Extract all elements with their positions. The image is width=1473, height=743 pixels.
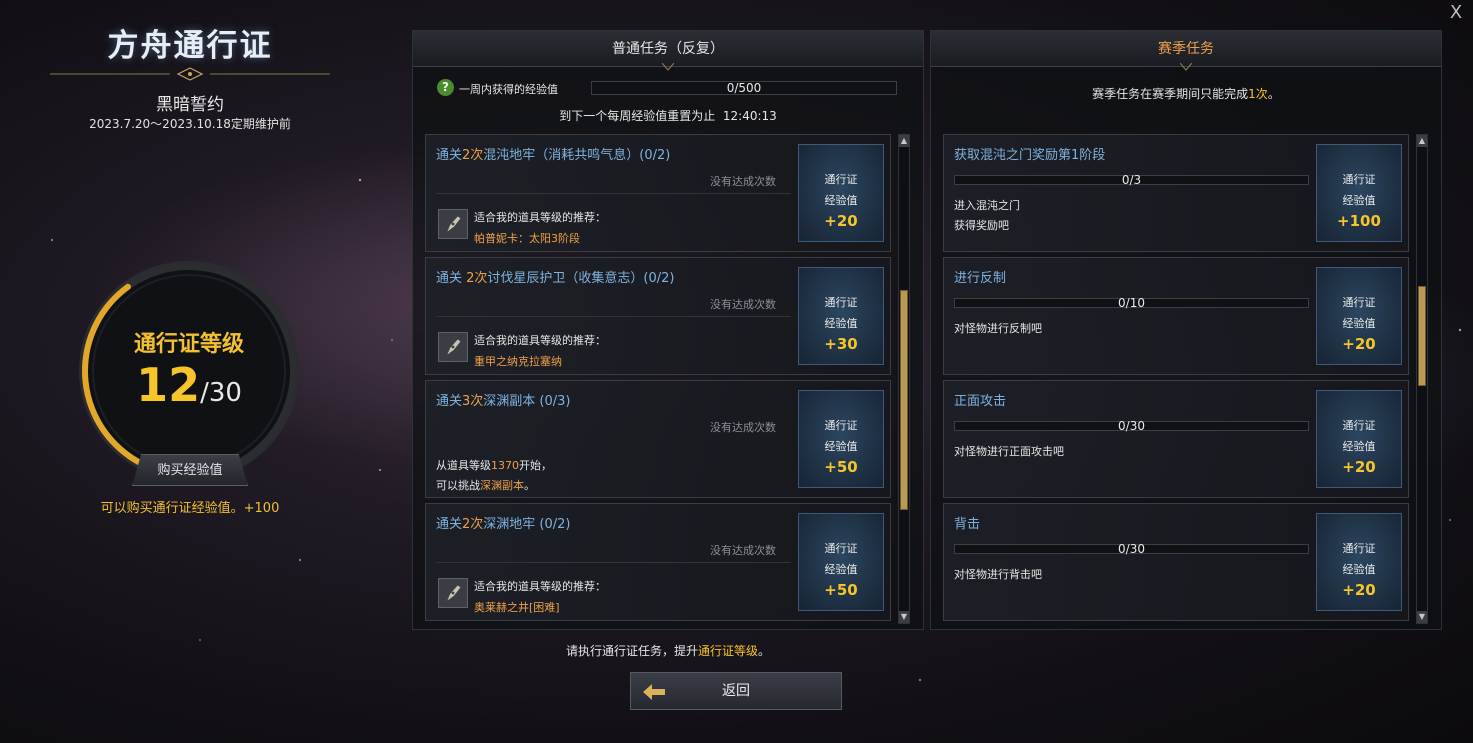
reward-box: 通行证 经验值 +20 <box>798 144 884 242</box>
divider <box>436 562 791 563</box>
scroll-up-icon[interactable]: ▲ <box>1417 135 1427 147</box>
reward-box: 通行证 经验值 +20 <box>1316 267 1402 365</box>
recommend-value[interactable]: 帕普妮卡：太阳3阶段 <box>474 230 580 246</box>
compass-icon[interactable] <box>438 332 468 362</box>
tab-normal-quests[interactable]: 普通任务（反复） <box>413 31 923 71</box>
season-quests-header: 赛季任务 <box>1158 41 1214 57</box>
quest-card[interactable]: 通关2次混沌地牢（消耗共鸣气息）(0/2) 没有达成次数 适合我的道具等级的推荐… <box>425 134 891 252</box>
scroll-up-icon[interactable]: ▲ <box>899 135 909 147</box>
recommend-label: 适合我的道具等级的推荐： <box>474 211 606 224</box>
scroll-thumb[interactable] <box>900 289 908 510</box>
quest-status: 没有达成次数 <box>710 544 776 557</box>
reward-box: 通行证 经验值 +50 <box>798 513 884 611</box>
season-quest-card[interactable]: 进行反制 0/10 对怪物进行反制吧 通行证 经验值 +20 <box>943 257 1409 375</box>
quest-status: 没有达成次数 <box>710 421 776 434</box>
quest-desc: 进入混沌之门 <box>954 199 1020 212</box>
scroll-thumb[interactable] <box>1418 286 1426 387</box>
season-quest-list: 获取混沌之门奖励第1阶段 0/3 进入混沌之门 获得奖励吧 通行证 经验值 +100… <box>943 134 1409 624</box>
weekly-exp-row: ? 一周内获得的经验值 0/500 <box>425 79 905 99</box>
normal-quests-panel: 普通任务（反复） ? 一周内获得的经验值 0/500 到下一个每周经验值重置为止… <box>412 30 924 630</box>
weekly-reset-timer: 到下一个每周经验值重置为止 12:40:13 <box>413 107 923 124</box>
normal-scrollbar[interactable]: ▲ ▼ <box>898 134 910 624</box>
quest-status: 没有达成次数 <box>710 175 776 188</box>
season-quest-card[interactable]: 获取混沌之门奖励第1阶段 0/3 进入混沌之门 获得奖励吧 通行证 经验值 +100 <box>943 134 1409 252</box>
pass-summary-panel: 方舟通行证 黑暗誓约 2023.7.20～2023.10.18定期维护前 通行证… <box>40 14 340 534</box>
reset-time: 12:40:13 <box>722 109 777 123</box>
reward-box: 通行证 经验值 +50 <box>798 390 884 488</box>
tab-season-quests[interactable]: 赛季任务 <box>931 31 1441 71</box>
reward-box: 通行证 经验值 +100 <box>1316 144 1402 242</box>
quest-progress-bar: 0/10 <box>954 297 1309 309</box>
level-value: 12/30 <box>76 358 302 412</box>
recommend-label: 适合我的道具等级的推荐： <box>474 580 606 593</box>
back-button[interactable]: 返回 <box>630 672 842 710</box>
season-scrollbar[interactable]: ▲ ▼ <box>1416 134 1428 624</box>
level-label: 通行证等级 <box>133 332 244 357</box>
normal-quest-list: 通关2次混沌地牢（消耗共鸣气息）(0/2) 没有达成次数 适合我的道具等级的推荐… <box>425 134 891 624</box>
quest-title: 进行反制 <box>954 271 1007 286</box>
quest-title: 通关2次混沌地牢（消耗共鸣气息）(0/2) <box>436 148 671 163</box>
quest-title: 通关 2次讨伐星辰护卫（收集意志）(0/2) <box>436 271 675 286</box>
normal-quests-header: 普通任务（反复） <box>612 41 724 57</box>
quest-progress-bar: 0/30 <box>954 420 1309 432</box>
quest-desc: 获得奖励吧 <box>954 219 1009 232</box>
footer-hint: 请执行通行证任务，提升通行证等级。 <box>565 644 771 658</box>
reward-box: 通行证 经验值 +20 <box>1316 513 1402 611</box>
compass-icon[interactable] <box>438 209 468 239</box>
buy-exp-hint: 可以购买通行证经验值。+100 <box>100 501 280 516</box>
reward-box: 通行证 经验值 +30 <box>798 267 884 365</box>
quest-desc: 对怪物进行正面攻击吧 <box>954 445 1064 458</box>
quest-progress-bar: 0/3 <box>954 174 1309 186</box>
level-max: /30 <box>200 378 242 408</box>
quest-hint-line: 从道具等级1370开始， <box>436 459 552 472</box>
header-notch-icon <box>1180 63 1192 71</box>
quest-title: 获取混沌之门奖励第1阶段 <box>954 148 1106 163</box>
quest-progress-bar: 0/30 <box>954 543 1309 555</box>
divider <box>436 316 791 317</box>
divider <box>436 193 791 194</box>
pass-title: 方舟通行证 <box>107 28 273 64</box>
help-icon[interactable]: ? <box>437 79 454 96</box>
reset-text: 到下一个每周经验值重置为止 <box>559 109 716 123</box>
reward-box: 通行证 经验值 +20 <box>1316 390 1402 488</box>
season-dates: 2023.7.20～2023.10.18定期维护前 <box>89 117 291 131</box>
quest-card[interactable]: 通关3次深渊副本 (0/3) 没有达成次数 从道具等级1370开始， 可以挑战深… <box>425 380 891 498</box>
scroll-down-icon[interactable]: ▼ <box>899 611 909 623</box>
close-icon[interactable]: X <box>1445 2 1467 24</box>
scroll-down-icon[interactable]: ▼ <box>1417 611 1427 623</box>
season-quests-panel: 赛季任务 赛季任务在赛季期间只能完成1次。 获取混沌之门奖励第1阶段 0/3 进… <box>930 30 1442 630</box>
header-notch-icon <box>662 63 674 71</box>
quest-title: 通关3次深渊副本 (0/3) <box>436 394 571 409</box>
back-label: 返回 <box>722 683 750 699</box>
quest-card[interactable]: 通关 2次讨伐星辰护卫（收集意志）(0/2) 没有达成次数 适合我的道具等级的推… <box>425 257 891 375</box>
buy-exp-button[interactable]: 购买经验值 <box>132 454 248 486</box>
season-note: 赛季任务在赛季期间只能完成1次。 <box>1092 87 1280 101</box>
quest-title: 通关2次深渊地牢 (0/2) <box>436 517 571 532</box>
weekly-exp-label: 一周内获得的经验值 <box>459 83 558 96</box>
recommend-value[interactable]: 奥莱赫之井[困难] <box>474 599 560 615</box>
quest-desc: 对怪物进行背击吧 <box>954 568 1042 581</box>
weekly-exp-bar: 0/500 <box>591 81 897 95</box>
title-ornament <box>50 67 330 81</box>
level-current: 12 <box>136 358 201 412</box>
quest-title: 背击 <box>954 517 981 532</box>
season-name: 黑暗誓约 <box>156 95 224 115</box>
recommend-label: 适合我的道具等级的推荐： <box>474 334 606 347</box>
season-quest-card[interactable]: 正面攻击 0/30 对怪物进行正面攻击吧 通行证 经验值 +20 <box>943 380 1409 498</box>
quest-desc: 对怪物进行反制吧 <box>954 322 1042 335</box>
season-quest-card[interactable]: 背击 0/30 对怪物进行背击吧 通行证 经验值 +20 <box>943 503 1409 621</box>
quest-status: 没有达成次数 <box>710 298 776 311</box>
quest-card[interactable]: 通关2次深渊地牢 (0/2) 没有达成次数 适合我的道具等级的推荐： 奥莱赫之井… <box>425 503 891 621</box>
quest-title: 正面攻击 <box>954 394 1007 409</box>
compass-icon[interactable] <box>438 578 468 608</box>
recommend-value[interactable]: 重甲之纳克拉塞纳 <box>474 353 562 369</box>
quest-hint-line: 可以挑战深渊副本。 <box>436 479 535 492</box>
